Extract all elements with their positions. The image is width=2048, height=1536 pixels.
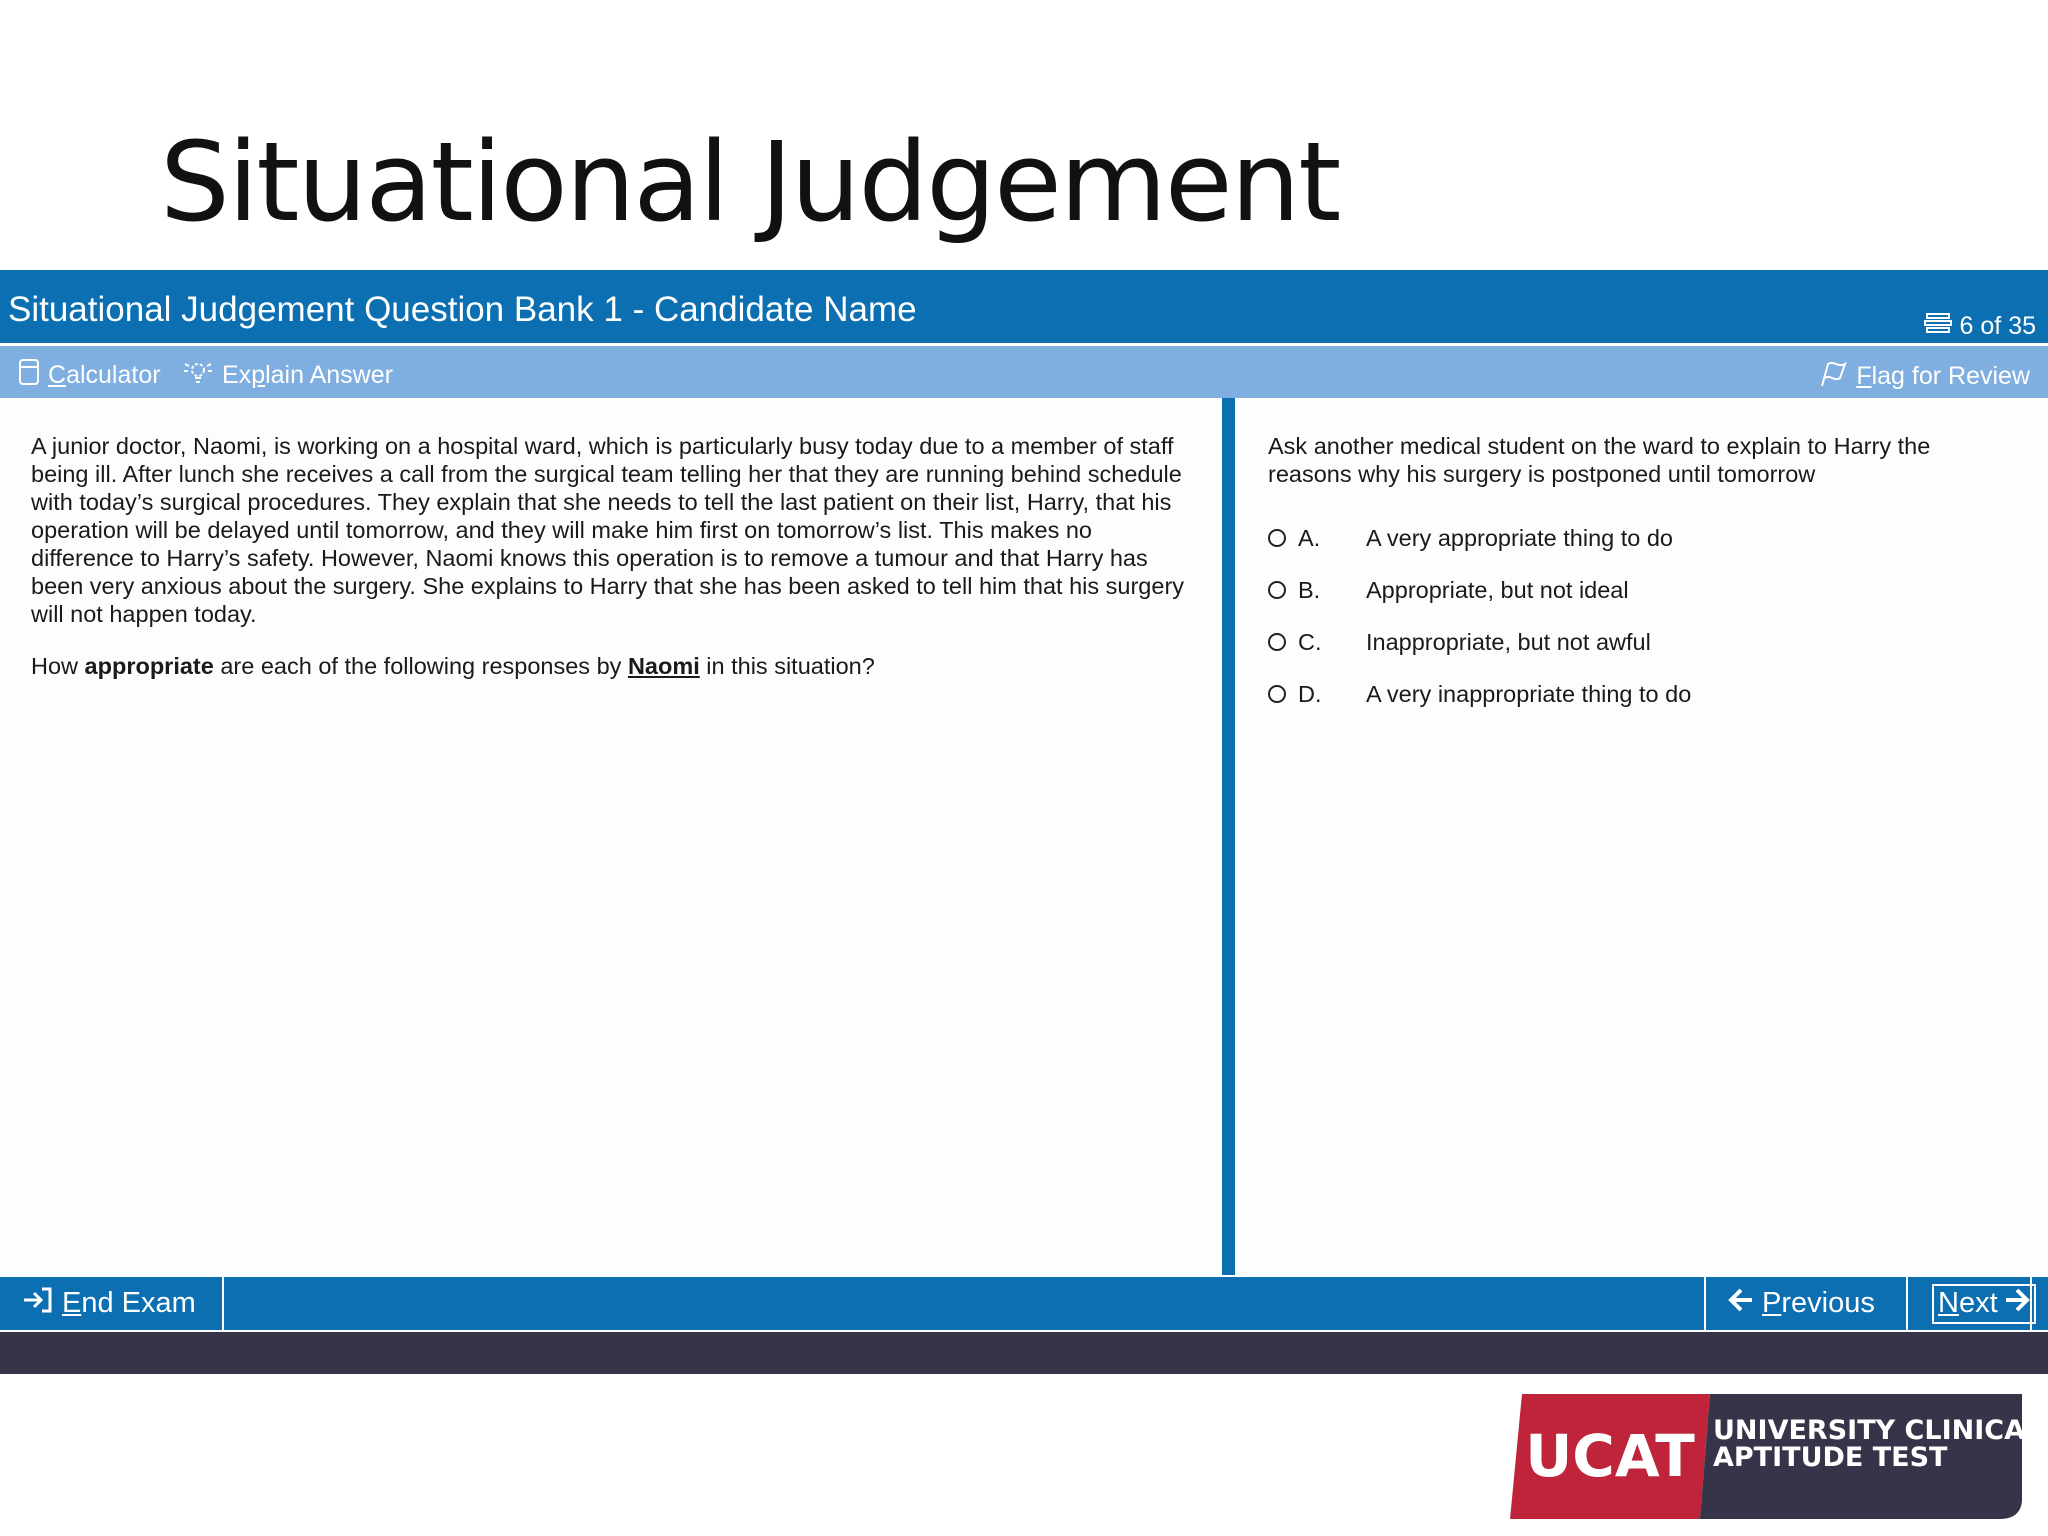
ucat-logo: UCAT UNIVERSITY CLINICAL APTITUDE TEST: [1510, 1394, 2042, 1519]
option-b[interactable]: B. Appropriate, but not ideal: [1268, 564, 2008, 616]
question-prompt: How appropriate are each of the followin…: [31, 652, 1192, 680]
calculator-accesskey: C: [48, 361, 67, 389]
exit-icon: [22, 1286, 54, 1322]
flag-accesskey: F: [1856, 362, 1872, 390]
previous-accesskey: P: [1762, 1287, 1782, 1319]
option-letter: A.: [1298, 525, 1321, 551]
next-button[interactable]: Next: [1908, 1277, 2036, 1330]
option-label: A very inappropriate thing to do: [1366, 681, 1692, 707]
option-label: Appropriate, but not ideal: [1366, 577, 1629, 603]
prompt-text-mid: are each of the following responses by: [213, 653, 628, 679]
arrow-left-icon: [1728, 1286, 1754, 1322]
option-label: Inappropriate, but not awful: [1366, 629, 1651, 655]
next-label: ext: [1958, 1287, 1998, 1319]
exam-window: Situational Judgement Question Bank 1 - …: [0, 270, 2048, 1374]
flag-label: lag for Review: [1871, 362, 2030, 390]
next-accesskey: N: [1938, 1287, 1959, 1319]
option-d[interactable]: D. A very inappropriate thing to do: [1268, 668, 2008, 720]
radio-button[interactable]: [1268, 529, 1286, 547]
calculator-label: alculator: [66, 361, 161, 389]
option-label: A very appropriate thing to do: [1366, 525, 1674, 551]
explain-accesskey: p: [251, 361, 266, 389]
scenario-pane[interactable]: A junior doctor, Naomi, is working on a …: [0, 398, 1222, 1275]
previous-label: revious: [1781, 1287, 1875, 1319]
calculator-button[interactable]: Calculator: [18, 358, 161, 393]
explain-label-pre: Ex: [222, 361, 252, 389]
option-c[interactable]: C. Inappropriate, but not awful: [1268, 616, 2008, 668]
end-label: nd Exam: [81, 1287, 196, 1319]
radio-button[interactable]: [1268, 685, 1286, 703]
response-pane[interactable]: Ask another medical student on the ward …: [1235, 398, 2048, 1275]
exam-title-bar: Situational Judgement Question Bank 1 - …: [0, 270, 2048, 346]
end-exam-button[interactable]: End Exam: [0, 1277, 224, 1330]
explain-answer-button[interactable]: Explain Answer: [182, 358, 393, 393]
logo-line-2: APTITUDE TEST: [1713, 1442, 1948, 1473]
next-button-focus: Next: [1932, 1283, 2036, 1324]
progress-text: 6 of 35: [1959, 312, 2036, 340]
prompt-text-pre: How: [31, 653, 85, 679]
logo-wordmark: UCAT: [1525, 1422, 1695, 1490]
calculator-icon: [18, 358, 40, 393]
navigation-bar: End Exam Previous Next: [0, 1275, 2048, 1332]
option-a[interactable]: A. A very appropriate thing to do: [1268, 512, 2008, 564]
lightbulb-icon: [182, 358, 214, 393]
prompt-keyword: appropriate: [84, 653, 214, 679]
question-panes: A junior doctor, Naomi, is working on a …: [0, 398, 2048, 1275]
option-letter: B.: [1298, 577, 1321, 603]
prompt-subject: Naomi: [627, 653, 700, 679]
flag-for-review-button[interactable]: Flag for Review: [1818, 358, 2030, 395]
status-strip: [0, 1332, 2048, 1374]
pane-divider[interactable]: [1222, 398, 1235, 1275]
answer-options: A. A very appropriate thing to do B. App…: [1268, 512, 2008, 720]
question-progress[interactable]: 6 of 35: [1923, 312, 2036, 341]
scenario-text: A junior doctor, Naomi, is working on a …: [31, 433, 1185, 627]
end-accesskey: E: [62, 1287, 82, 1319]
response-text: Ask another medical student on the ward …: [1268, 433, 1931, 487]
explain-label-post: lain Answer: [265, 361, 393, 389]
option-letter: C.: [1298, 629, 1322, 655]
previous-button[interactable]: Previous: [1704, 1277, 1908, 1330]
exam-title: Situational Judgement Question Bank 1 - …: [8, 290, 917, 329]
prompt-text-post: in this situation?: [699, 653, 875, 679]
slide-title: Situational Judgement: [160, 118, 1341, 246]
tool-bar: Calculator Explain Answer Flag for Revie…: [0, 346, 2048, 398]
radio-button[interactable]: [1268, 581, 1286, 599]
question-list-icon: [1923, 312, 1954, 341]
option-letter: D.: [1298, 681, 1322, 707]
arrow-right-icon: [2004, 1286, 2030, 1322]
radio-button[interactable]: [1268, 633, 1286, 651]
flag-icon: [1818, 358, 1848, 395]
